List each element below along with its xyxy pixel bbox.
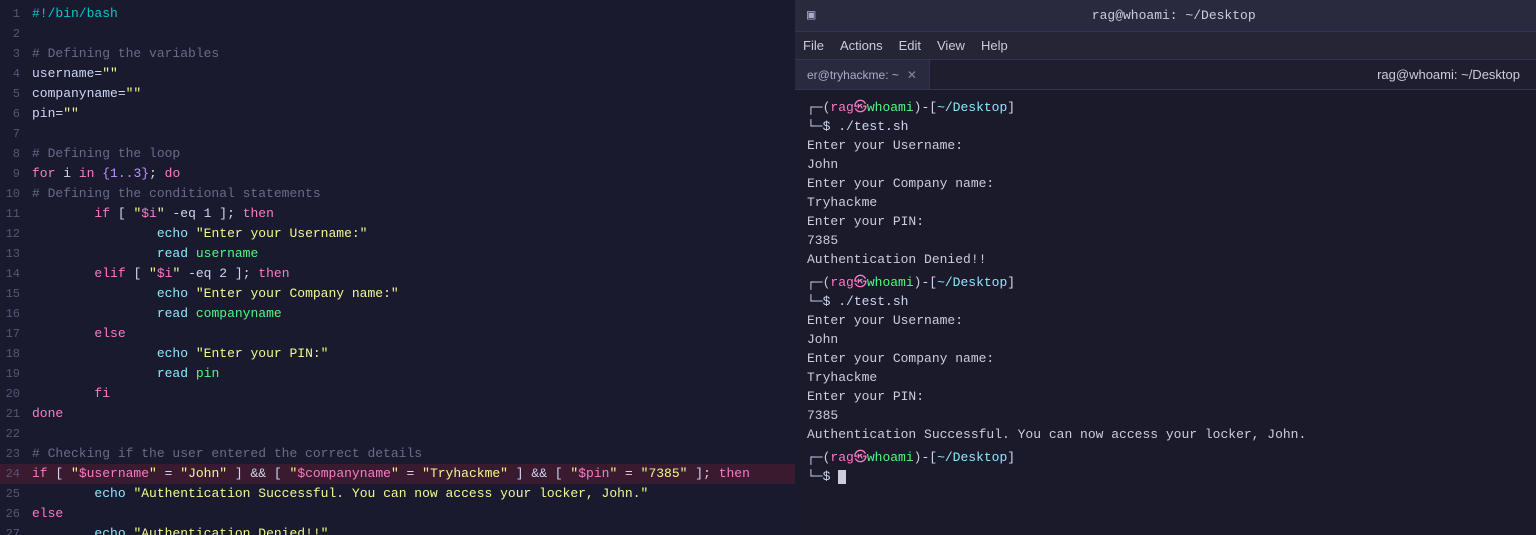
menu-help[interactable]: Help — [981, 38, 1008, 53]
tab-left-label: er@tryhackme: ~ — [807, 68, 899, 82]
code-line-26: 26 else — [0, 504, 795, 524]
terminal-output-line: 7385 — [807, 406, 1524, 425]
code-line-23: 23 # Checking if the user entered the co… — [0, 444, 795, 464]
code-line-20: 20 fi — [0, 384, 795, 404]
terminal-output-line: John — [807, 155, 1524, 174]
code-line-21: 21 done — [0, 404, 795, 424]
code-line-2: 2 — [0, 24, 795, 44]
code-line-25: 25 echo "Authentication Successful. You … — [0, 484, 795, 504]
terminal-output-line: Tryhackme — [807, 368, 1524, 387]
menu-file[interactable]: File — [803, 38, 824, 53]
code-line-7: 7 — [0, 124, 795, 144]
code-line-17: 17 else — [0, 324, 795, 344]
menu-view[interactable]: View — [937, 38, 965, 53]
menu-edit[interactable]: Edit — [899, 38, 921, 53]
menubar: File Actions Edit View Help — [795, 32, 1536, 60]
code-line-5: 5 companyname="" — [0, 84, 795, 104]
terminal-cursor — [838, 470, 846, 484]
code-line-8: 8 # Defining the loop — [0, 144, 795, 164]
terminal-output-line: 7385 — [807, 231, 1524, 250]
code-editor: 1 #!/bin/bash 2 3 # Defining the variabl… — [0, 0, 795, 535]
terminal-output-line: Enter your PIN: — [807, 387, 1524, 406]
tab-close-icon[interactable]: ✕ — [907, 68, 917, 82]
terminal-window-title: rag@whoami: ~/Desktop — [823, 8, 1524, 23]
code-line-24: 24 if [ "$username" = "John" ] && [ "$co… — [0, 464, 795, 484]
code-line-13: 13 read username — [0, 244, 795, 264]
terminal-cmd-3[interactable]: └─$ — [807, 467, 1524, 486]
code-line-12: 12 echo "Enter your Username:" — [0, 224, 795, 244]
code-line-11: 11 if [ "$i" -eq 1 ]; then — [0, 204, 795, 224]
terminal-prompt-3: ┌─(rag㉿whoami)-[~/Desktop] — [807, 448, 1524, 467]
tab-right-title: rag@whoami: ~/Desktop — [930, 60, 1536, 89]
terminal-prompt-1: ┌─(rag㉿whoami)-[~/Desktop] — [807, 98, 1524, 117]
terminal-output-line: Enter your Username: — [807, 311, 1524, 330]
terminal-output-line: John — [807, 330, 1524, 349]
terminal-output-line: Enter your Username: — [807, 136, 1524, 155]
menu-actions[interactable]: Actions — [840, 38, 883, 53]
code-line-15: 15 echo "Enter your Company name:" — [0, 284, 795, 304]
terminal-output-line: Enter your Company name: — [807, 349, 1524, 368]
terminal-titlebar: ▣ rag@whoami: ~/Desktop — [795, 0, 1536, 32]
code-line-9: 9 for i in {1..3}; do — [0, 164, 795, 184]
code-panel: 1 #!/bin/bash 2 3 # Defining the variabl… — [0, 0, 795, 535]
code-line-19: 19 read pin — [0, 364, 795, 384]
code-line-1: 1 #!/bin/bash — [0, 4, 795, 24]
tab-left[interactable]: er@tryhackme: ~ ✕ — [795, 60, 930, 89]
terminal-cmd-2: └─$ ./test.sh — [807, 292, 1524, 311]
terminal-prompt-2: ┌─(rag㉿whoami)-[~/Desktop] — [807, 273, 1524, 292]
code-line-4: 4 username="" — [0, 64, 795, 84]
code-line-16: 16 read companyname — [0, 304, 795, 324]
terminal-output-line: Authentication Successful. You can now a… — [807, 425, 1524, 444]
terminal-cmd-1: └─$ ./test.sh — [807, 117, 1524, 136]
code-line-18: 18 echo "Enter your PIN:" — [0, 344, 795, 364]
code-line-6: 6 pin="" — [0, 104, 795, 124]
tabs-bar: er@tryhackme: ~ ✕ rag@whoami: ~/Desktop — [795, 60, 1536, 90]
terminal-output[interactable]: ┌─(rag㉿whoami)-[~/Desktop] └─$ ./test.sh… — [795, 90, 1536, 535]
code-line-14: 14 elif [ "$i" -eq 2 ]; then — [0, 264, 795, 284]
terminal-output-line: Tryhackme — [807, 193, 1524, 212]
terminal-panel: ▣ rag@whoami: ~/Desktop File Actions Edi… — [795, 0, 1536, 535]
terminal-output-line: Authentication Denied!! — [807, 250, 1524, 269]
terminal-window-icon: ▣ — [807, 7, 815, 24]
terminal-output-line: Enter your Company name: — [807, 174, 1524, 193]
code-line-27: 27 echo "Authentication Denied!!" — [0, 524, 795, 535]
code-line-22: 22 — [0, 424, 795, 444]
code-line-3: 3 # Defining the variables — [0, 44, 795, 64]
code-line-10: 10 # Defining the conditional statements — [0, 184, 795, 204]
terminal-output-line: Enter your PIN: — [807, 212, 1524, 231]
